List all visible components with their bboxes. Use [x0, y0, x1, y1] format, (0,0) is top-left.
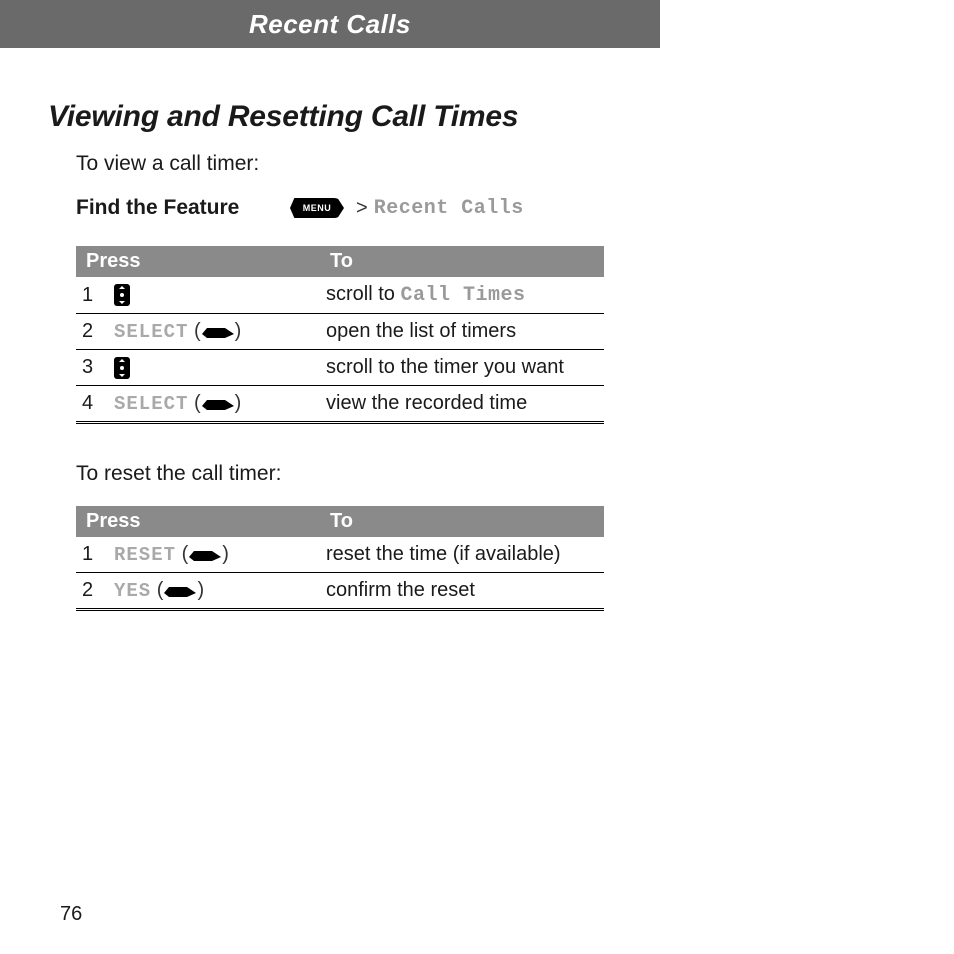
step-number: 2 — [76, 314, 108, 350]
to-cell: open the list of timers — [320, 314, 604, 350]
col-press: Press — [76, 506, 320, 537]
softkey-label: RESET — [114, 544, 176, 566]
col-press: Press — [76, 246, 320, 277]
to-text: scroll to the timer you want — [326, 356, 564, 378]
to-text: reset the time (if available) — [326, 543, 561, 565]
softkey-icon — [188, 547, 222, 563]
page-header: Recent Calls — [0, 0, 660, 48]
softkey-label: SELECT — [114, 393, 188, 415]
nav-key-icon — [114, 284, 130, 306]
steps-table-view: Press To 1scroll to Call Times2SELECT ()… — [76, 246, 604, 424]
press-cell — [108, 350, 320, 386]
press-cell: SELECT () — [108, 314, 320, 350]
press-cell: SELECT () — [108, 386, 320, 423]
softkey-icon — [163, 583, 197, 599]
menu-key-icon: MENU — [290, 198, 344, 218]
section-title: Viewing and Resetting Call Times — [48, 100, 894, 134]
step-number: 2 — [76, 573, 108, 610]
step-number: 3 — [76, 350, 108, 386]
to-text: view the recorded time — [326, 392, 527, 414]
softkey-label: YES — [114, 580, 151, 602]
steps-table-reset: Press To 1RESET () reset the time (if ava… — [76, 506, 604, 611]
table-row: 3 scroll to the timer you want — [76, 350, 604, 386]
nav-key-icon — [114, 357, 130, 379]
table-row: 2YES () confirm the reset — [76, 573, 604, 610]
to-text: scroll to — [326, 283, 400, 305]
press-cell: YES () — [108, 573, 320, 610]
to-cell: reset the time (if available) — [320, 537, 604, 573]
table-row: 2SELECT () open the list of timers — [76, 314, 604, 350]
to-cell: scroll to Call Times — [320, 277, 604, 314]
to-mono: Call Times — [400, 284, 525, 307]
to-cell: scroll to the timer you want — [320, 350, 604, 386]
to-cell: confirm the reset — [320, 573, 604, 610]
table-row: 4SELECT () view the recorded time — [76, 386, 604, 423]
intro-text-1: To view a call timer: — [76, 152, 894, 176]
step-number: 1 — [76, 277, 108, 314]
softkey-icon — [201, 396, 235, 412]
breadcrumb-separator: > — [356, 197, 368, 220]
to-cell: view the recorded time — [320, 386, 604, 423]
find-feature-label: Find the Feature — [76, 196, 290, 220]
col-to: To — [320, 246, 604, 277]
page-content: Viewing and Resetting Call Times To view… — [0, 48, 954, 611]
table-row: 1RESET () reset the time (if available) — [76, 537, 604, 573]
col-to: To — [320, 506, 604, 537]
press-cell: RESET () — [108, 537, 320, 573]
breadcrumb-item: Recent Calls — [374, 197, 524, 220]
softkey-label: SELECT — [114, 321, 188, 343]
page-number: 76 — [60, 903, 82, 926]
step-number: 1 — [76, 537, 108, 573]
find-feature-row: Find the Feature MENU > Recent Calls — [76, 196, 894, 220]
to-text: confirm the reset — [326, 579, 475, 601]
intro-text-2: To reset the call timer: — [76, 462, 894, 486]
to-text: open the list of timers — [326, 320, 516, 342]
softkey-icon — [201, 324, 235, 340]
step-number: 4 — [76, 386, 108, 423]
press-cell — [108, 277, 320, 314]
table-row: 1 scroll to Call Times — [76, 277, 604, 314]
